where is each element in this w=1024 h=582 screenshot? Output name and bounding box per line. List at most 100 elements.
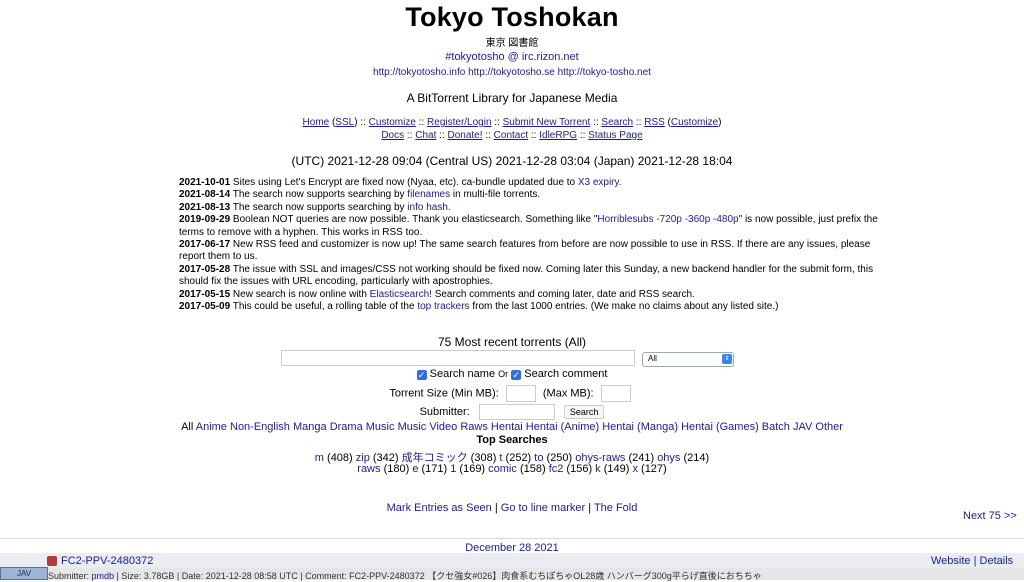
news-text: from the last 1000 entries. (We make no … xyxy=(469,301,779,313)
search-name-checkbox[interactable]: ✓ xyxy=(416,370,427,380)
news-date: 2021-10-01 xyxy=(179,177,231,188)
nav-chat[interactable]: Chat xyxy=(415,130,436,141)
news-item: 2021-08-13 The search now supports searc… xyxy=(179,202,879,214)
news-date: 2017-06-17 xyxy=(179,239,231,251)
nav-donate[interactable]: Donate! xyxy=(448,130,483,141)
nav-submit-torrent[interactable]: Submit New Torrent xyxy=(503,117,591,128)
news-text: in multi-file torrents. xyxy=(450,189,541,201)
nav-rss[interactable]: RSS xyxy=(644,117,665,128)
mark-seen-link[interactable]: Mark Entries as Seen xyxy=(387,502,492,514)
news-link[interactable]: info hash. xyxy=(407,202,450,213)
top-search-term[interactable]: fc2 xyxy=(549,463,564,475)
news-text: New RSS feed and customizer is now up! T… xyxy=(179,239,871,263)
news-text: New search is now online with xyxy=(230,288,370,300)
nav-status-page[interactable]: Status Page xyxy=(588,130,642,141)
top-search-count: (180) xyxy=(380,463,413,475)
news-date: 2021-08-13 xyxy=(179,201,231,213)
news-item: 2021-10-01 Sites using Let's Encrypt are… xyxy=(179,177,879,189)
news-date: 2017-05-09 xyxy=(179,301,231,313)
category-raws[interactable]: Raws xyxy=(460,421,488,433)
top-searches-line-2: raws (180) e (171) 1 (169) comic (158) f… xyxy=(0,463,1024,475)
mirror-links[interactable]: http://tokyotosho.info http://tokyotosho… xyxy=(0,67,1024,78)
news-text: The search now supports searching by xyxy=(230,201,408,213)
top-search-count: (149) xyxy=(600,463,633,475)
category-anime[interactable]: Anime xyxy=(196,421,227,433)
news-text: The search now supports searching by xyxy=(230,189,408,201)
search-comment-checkbox[interactable]: ✓ xyxy=(511,370,522,380)
search-name-label: Search name xyxy=(429,368,496,380)
torrent-title-link[interactable]: FC2-PPV-2480372 xyxy=(61,555,153,567)
category-hentai-manga[interactable]: Hentai (Manga) xyxy=(602,421,678,433)
nav-row-1: Home (SSL) :: Customize :: Register/Logi… xyxy=(302,117,722,128)
top-search-count: (127) xyxy=(637,463,667,475)
category-other[interactable]: Other xyxy=(815,421,843,433)
category-hentai-games[interactable]: Hentai (Games) xyxy=(681,421,759,433)
news-text: This could be useful, a rolling table of… xyxy=(230,301,418,313)
clock-times: (UTC) 2021-12-28 09:04 (Central US) 2021… xyxy=(291,154,733,168)
nav-idlerpg[interactable]: IdleRPG xyxy=(539,130,577,141)
nav-customize[interactable]: Customize xyxy=(369,117,416,128)
nav-ssl[interactable]: SSL xyxy=(335,117,354,128)
news-link[interactable]: Horriblesubs -720p -360p -480p xyxy=(597,214,738,225)
search-button[interactable]: Search xyxy=(563,405,605,419)
nav-register-login[interactable]: Register/Login xyxy=(427,117,491,128)
category-select[interactable]: All ⇕ xyxy=(642,352,734,367)
top-searches-heading: Top Searches xyxy=(476,434,548,446)
nav-contact[interactable]: Contact xyxy=(494,130,528,141)
nav-home[interactable]: Home xyxy=(303,117,330,128)
news-link[interactable]: filenames xyxy=(407,189,450,200)
top-search-count: (156) xyxy=(563,463,596,475)
top-search-term[interactable]: comic xyxy=(488,463,517,475)
size-min-input[interactable] xyxy=(505,385,536,402)
category-badge[interactable]: JAV xyxy=(0,567,48,580)
search-input[interactable] xyxy=(281,350,635,366)
submitter-input[interactable] xyxy=(478,404,555,420)
nav-search[interactable]: Search xyxy=(601,117,633,128)
category-all[interactable]: All xyxy=(181,421,193,433)
news-link[interactable]: Elasticsearch! xyxy=(370,289,432,300)
torrent-meta: Submitter: pmdb | Size: 3.78GB | Date: 2… xyxy=(48,569,762,582)
website-link[interactable]: Website xyxy=(931,555,971,567)
size-max-input[interactable] xyxy=(600,385,631,402)
size-min-label: Torrent Size (Min MB): xyxy=(389,387,499,400)
chevron-updown-icon: ⇕ xyxy=(722,354,732,364)
news-link[interactable]: top trackers xyxy=(417,301,469,312)
nav-rss-customize[interactable]: Customize xyxy=(671,117,718,128)
site-subtitle: 東京 図書館 xyxy=(485,38,539,49)
torrent-download-icon[interactable] xyxy=(47,556,57,566)
nav-docs[interactable]: Docs xyxy=(381,130,404,141)
details-link[interactable]: Details xyxy=(980,555,1014,567)
top-search-count: (169) xyxy=(456,463,489,475)
category-non-english[interactable]: Non-English xyxy=(230,421,290,433)
news-item: 2021-08-14 The search now supports searc… xyxy=(179,189,879,201)
torrent-row xyxy=(0,553,1024,568)
size-filter: Torrent Size (Min MB): (Max MB): xyxy=(0,385,1024,402)
search-options: ✓ Search name Or ✓ Search comment xyxy=(0,368,1024,380)
category-manga[interactable]: Manga xyxy=(293,421,327,433)
tagline: A BitTorrent Library for Japanese Media xyxy=(406,91,618,105)
category-drama[interactable]: Drama xyxy=(330,421,363,433)
category-hentai[interactable]: Hentai xyxy=(491,421,523,433)
category-jav[interactable]: JAV xyxy=(793,421,812,433)
news-text: Search comments and coming later, date a… xyxy=(431,288,695,300)
irc-link[interactable]: #tokyotosho @ irc.rizon.net xyxy=(0,51,1024,63)
news-item: 2017-05-09 This could be useful, a rolli… xyxy=(179,301,879,313)
divider xyxy=(0,538,1024,539)
news-text: The issue with SSL and images/CSS not wo… xyxy=(179,263,874,288)
line-marker-link[interactable]: Go to line marker xyxy=(501,502,585,514)
news-item: 2017-06-17 New RSS feed and customizer i… xyxy=(179,239,879,264)
or-label: Or xyxy=(498,369,509,379)
top-search-term[interactable]: raws xyxy=(357,463,380,475)
next-page-link[interactable]: Next 75 >> xyxy=(963,510,1017,522)
top-search-count: (158) xyxy=(516,463,549,475)
fold-link[interactable]: The Fold xyxy=(594,502,637,514)
category-music-video[interactable]: Music Video xyxy=(398,421,458,433)
submitter-filter: Submitter: Search xyxy=(0,404,1024,420)
category-hentai-anime[interactable]: Hentai (Anime) xyxy=(526,421,599,433)
category-music[interactable]: Music xyxy=(366,421,395,433)
news-link[interactable]: X3 expiry. xyxy=(578,177,622,188)
nav-row-2: Docs :: Chat :: Donate! :: Contact :: Id… xyxy=(381,130,643,141)
news-list: 2021-10-01 Sites using Let's Encrypt are… xyxy=(179,177,879,313)
news-date: 2017-05-15 xyxy=(179,288,231,300)
category-batch[interactable]: Batch xyxy=(762,421,790,433)
